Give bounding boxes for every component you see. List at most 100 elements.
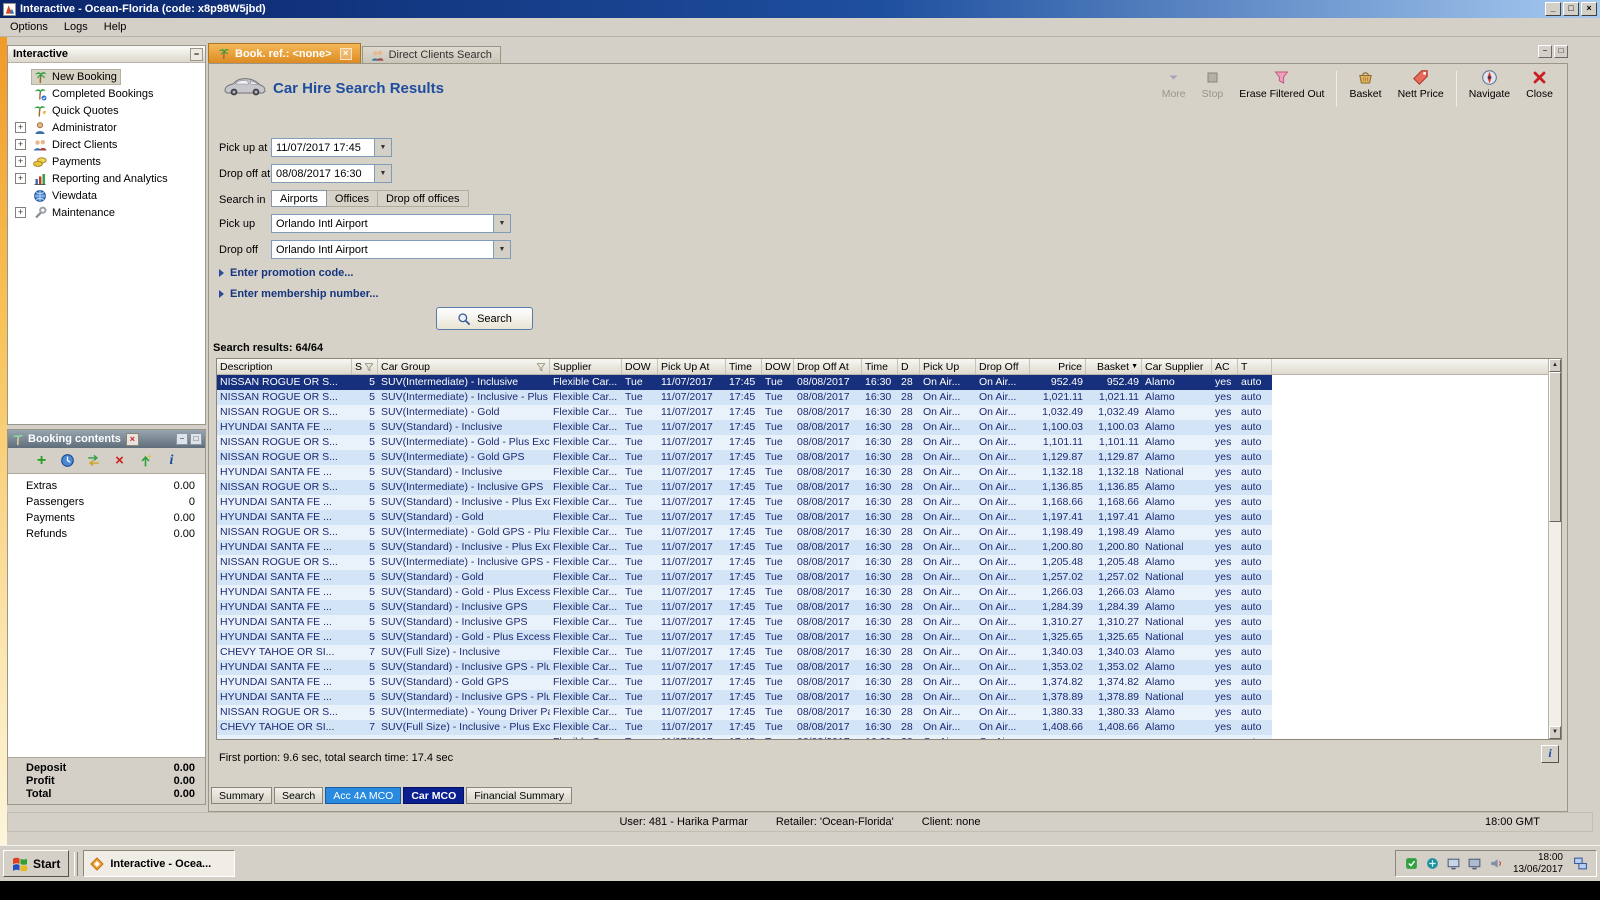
filter-funnel-icon[interactable] <box>364 362 374 372</box>
col-header-drop-off[interactable]: Drop Off <box>976 359 1030 374</box>
result-row[interactable]: HYUNDAI SANTA FE ... 5 SUV(Standard) - Inc… <box>217 420 1548 435</box>
col-header-basket[interactable]: Basket ▼ <box>1086 359 1142 374</box>
col-header-pick-up[interactable]: Pick Up <box>920 359 976 374</box>
membership-number-expander[interactable]: Enter membership number... <box>219 288 379 300</box>
result-row[interactable]: NISSAN ROGUE OR S... 5 SUV(Intermediate) -… <box>217 405 1548 420</box>
tray-network-icon[interactable] <box>1573 856 1588 871</box>
chevron-down-icon[interactable]: ▼ <box>493 215 510 232</box>
result-row[interactable]: NISSAN ROGUE OR S... 5 SUV(Intermediate) -… <box>217 375 1548 390</box>
bottom-tab-summary[interactable]: Summary <box>211 787 272 804</box>
result-row[interactable]: Flexible Car...Tue11/07/201717:45Tue08/0… <box>217 735 1548 739</box>
sidebar-item-administrator[interactable]: + Administrator <box>8 119 205 136</box>
collapse-panel-button[interactable]: − <box>190 47 203 61</box>
search-button[interactable]: Search <box>436 307 533 330</box>
search-in-airports[interactable]: Airports <box>271 190 327 207</box>
col-header-time[interactable]: Time <box>726 359 762 374</box>
sidebar-item-viewdata[interactable]: +Viewdata <box>8 187 205 204</box>
add-icon[interactable]: + <box>34 453 49 469</box>
chevron-down-icon[interactable]: ▼ <box>374 165 391 182</box>
upload-icon[interactable] <box>138 453 153 468</box>
result-row[interactable]: HYUNDAI SANTA FE ... 5 SUV(Standard) - Gol… <box>217 675 1548 690</box>
col-header-dow[interactable]: DOW <box>622 359 658 374</box>
sidebar-item-maintenance[interactable]: + Maintenance <box>8 204 205 221</box>
dropoff-location-combobox[interactable]: Orlando Intl Airport ▼ <box>271 240 511 259</box>
info-button[interactable]: i <box>1541 745 1559 763</box>
basket-button[interactable]: Basket <box>1341 69 1389 100</box>
erase-filtered-out-button[interactable]: Erase Filtered Out <box>1231 69 1332 100</box>
sidebar-item-direct-clients[interactable]: + Direct Clients <box>8 136 205 153</box>
result-row[interactable]: NISSAN ROGUE OR S... 5 SUV(Intermediate) -… <box>217 555 1548 570</box>
expand-toggle-icon[interactable]: + <box>15 173 26 184</box>
close-tab-icon[interactable]: × <box>339 47 352 60</box>
sidebar-item-quick-quotes[interactable]: +Quick Quotes <box>8 102 205 119</box>
result-row[interactable]: NISSAN ROGUE OR S... 5 SUV(Intermediate) -… <box>217 390 1548 405</box>
result-row[interactable]: HYUNDAI SANTA FE ... 5 SUV(Standard) - Inc… <box>217 690 1548 705</box>
mdi-minimize-icon[interactable]: − <box>1538 45 1552 58</box>
world-clock-icon[interactable] <box>60 453 75 468</box>
col-header-car-supplier[interactable]: Car Supplier <box>1142 359 1212 374</box>
result-row[interactable]: HYUNDAI SANTA FE ... 5 SUV(Standard) - Gol… <box>217 585 1548 600</box>
tab-direct-clients-search[interactable]: Direct Clients Search <box>361 46 501 63</box>
sidebar-item-payments[interactable]: + Payments <box>8 153 205 170</box>
mdi-restore-icon[interactable]: □ <box>1554 45 1568 58</box>
col-header-d[interactable]: D <box>898 359 920 374</box>
bottom-tab-search[interactable]: Search <box>273 787 324 804</box>
start-button[interactable]: Start <box>3 850 70 877</box>
result-row[interactable]: NISSAN ROGUE OR S... 5 SUV(Intermediate) -… <box>217 480 1548 495</box>
result-row[interactable]: CHEVY TAHOE OR SI... 7 SUV(Full Size) - In… <box>217 645 1548 660</box>
bottom-tab-financial-summary[interactable]: Financial Summary <box>466 787 573 804</box>
maximize-button[interactable]: □ <box>1563 2 1579 16</box>
col-header-description[interactable]: Description <box>217 359 352 374</box>
tray-shield-icon[interactable] <box>1404 856 1419 871</box>
result-row[interactable]: HYUNDAI SANTA FE ... 5 SUV(Standard) - Inc… <box>217 600 1548 615</box>
col-header-t[interactable]: T <box>1238 359 1272 374</box>
scrollbar-thumb[interactable] <box>1549 372 1561 522</box>
bottom-tab-acc-4a-mco[interactable]: Acc 4A MCO <box>325 787 402 804</box>
col-header-pick-up-at[interactable]: Pick Up At <box>658 359 726 374</box>
col-header-ac[interactable]: AC <box>1212 359 1238 374</box>
result-row[interactable]: NISSAN ROGUE OR S... 5 SUV(Intermediate) -… <box>217 435 1548 450</box>
expand-toggle-icon[interactable]: + <box>15 156 26 167</box>
tray-display-icon[interactable] <box>1446 856 1461 871</box>
result-row[interactable]: HYUNDAI SANTA FE ... 5 SUV(Standard) - Gol… <box>217 510 1548 525</box>
close-button[interactable]: Close <box>1518 69 1561 100</box>
col-header-drop-off-at[interactable]: Drop Off At <box>794 359 862 374</box>
menu-logs[interactable]: Logs <box>56 19 96 35</box>
pickup-location-combobox[interactable]: Orlando Intl Airport ▼ <box>271 214 511 233</box>
tray-status-icon[interactable] <box>1425 856 1440 871</box>
scroll-down-icon[interactable]: ▼ <box>1549 726 1561 739</box>
result-row[interactable]: HYUNDAI SANTA FE ... 5 SUV(Standard) - Inc… <box>217 660 1548 675</box>
dropoff-at-combobox[interactable]: 08/08/2017 16:30 ▼ <box>271 164 392 183</box>
panel-restore-icon[interactable]: □ <box>190 433 202 445</box>
col-header-car-group[interactable]: Car Group <box>378 359 550 374</box>
result-row[interactable]: HYUNDAI SANTA FE ... 5 SUV(Standard) - Gol… <box>217 630 1548 645</box>
search-in-offices[interactable]: Offices <box>326 190 378 207</box>
close-button[interactable]: × <box>1581 2 1597 16</box>
scroll-up-icon[interactable]: ▲ <box>1549 359 1561 372</box>
promotion-code-expander[interactable]: Enter promotion code... <box>219 267 353 279</box>
nett-price-button[interactable]: Nett Price <box>1390 69 1452 100</box>
chevron-down-icon[interactable]: ▼ <box>493 241 510 258</box>
navigate-button[interactable]: Navigate <box>1461 69 1518 100</box>
sidebar-item-reporting-and-analytics[interactable]: + Reporting and Analytics <box>8 170 205 187</box>
taskbar-task-button[interactable]: Interactive - Ocea... <box>83 850 236 877</box>
result-row[interactable]: HYUNDAI SANTA FE ... 5 SUV(Standard) - Inc… <box>217 465 1548 480</box>
menu-help[interactable]: Help <box>96 19 135 35</box>
col-header-time[interactable]: Time <box>862 359 898 374</box>
pickup-at-combobox[interactable]: 11/07/2017 17:45 ▼ <box>271 138 392 157</box>
search-in-drop-off-offices[interactable]: Drop off offices <box>377 190 469 207</box>
minimize-button[interactable]: _ <box>1545 2 1561 16</box>
tab-book-ref-none[interactable]: Book. ref.: <none> × <box>208 43 361 63</box>
info-icon[interactable]: i <box>164 453 179 468</box>
expand-toggle-icon[interactable]: + <box>15 139 26 150</box>
vertical-scrollbar[interactable]: ▲ ▼ <box>1548 359 1561 739</box>
chevron-down-icon[interactable]: ▼ <box>374 139 391 156</box>
col-header-supplier[interactable]: Supplier <box>550 359 622 374</box>
col-header-price[interactable]: Price <box>1030 359 1086 374</box>
result-row[interactable]: CHEVY TAHOE OR SI... 7 SUV(Full Size) - In… <box>217 720 1548 735</box>
expand-toggle-icon[interactable]: + <box>15 207 26 218</box>
transfer-icon[interactable] <box>86 453 101 468</box>
col-header-s[interactable]: S <box>352 359 378 374</box>
result-row[interactable]: NISSAN ROGUE OR S... 5 SUV(Intermediate) -… <box>217 450 1548 465</box>
result-row[interactable]: HYUNDAI SANTA FE ... 5 SUV(Standard) - Inc… <box>217 540 1548 555</box>
